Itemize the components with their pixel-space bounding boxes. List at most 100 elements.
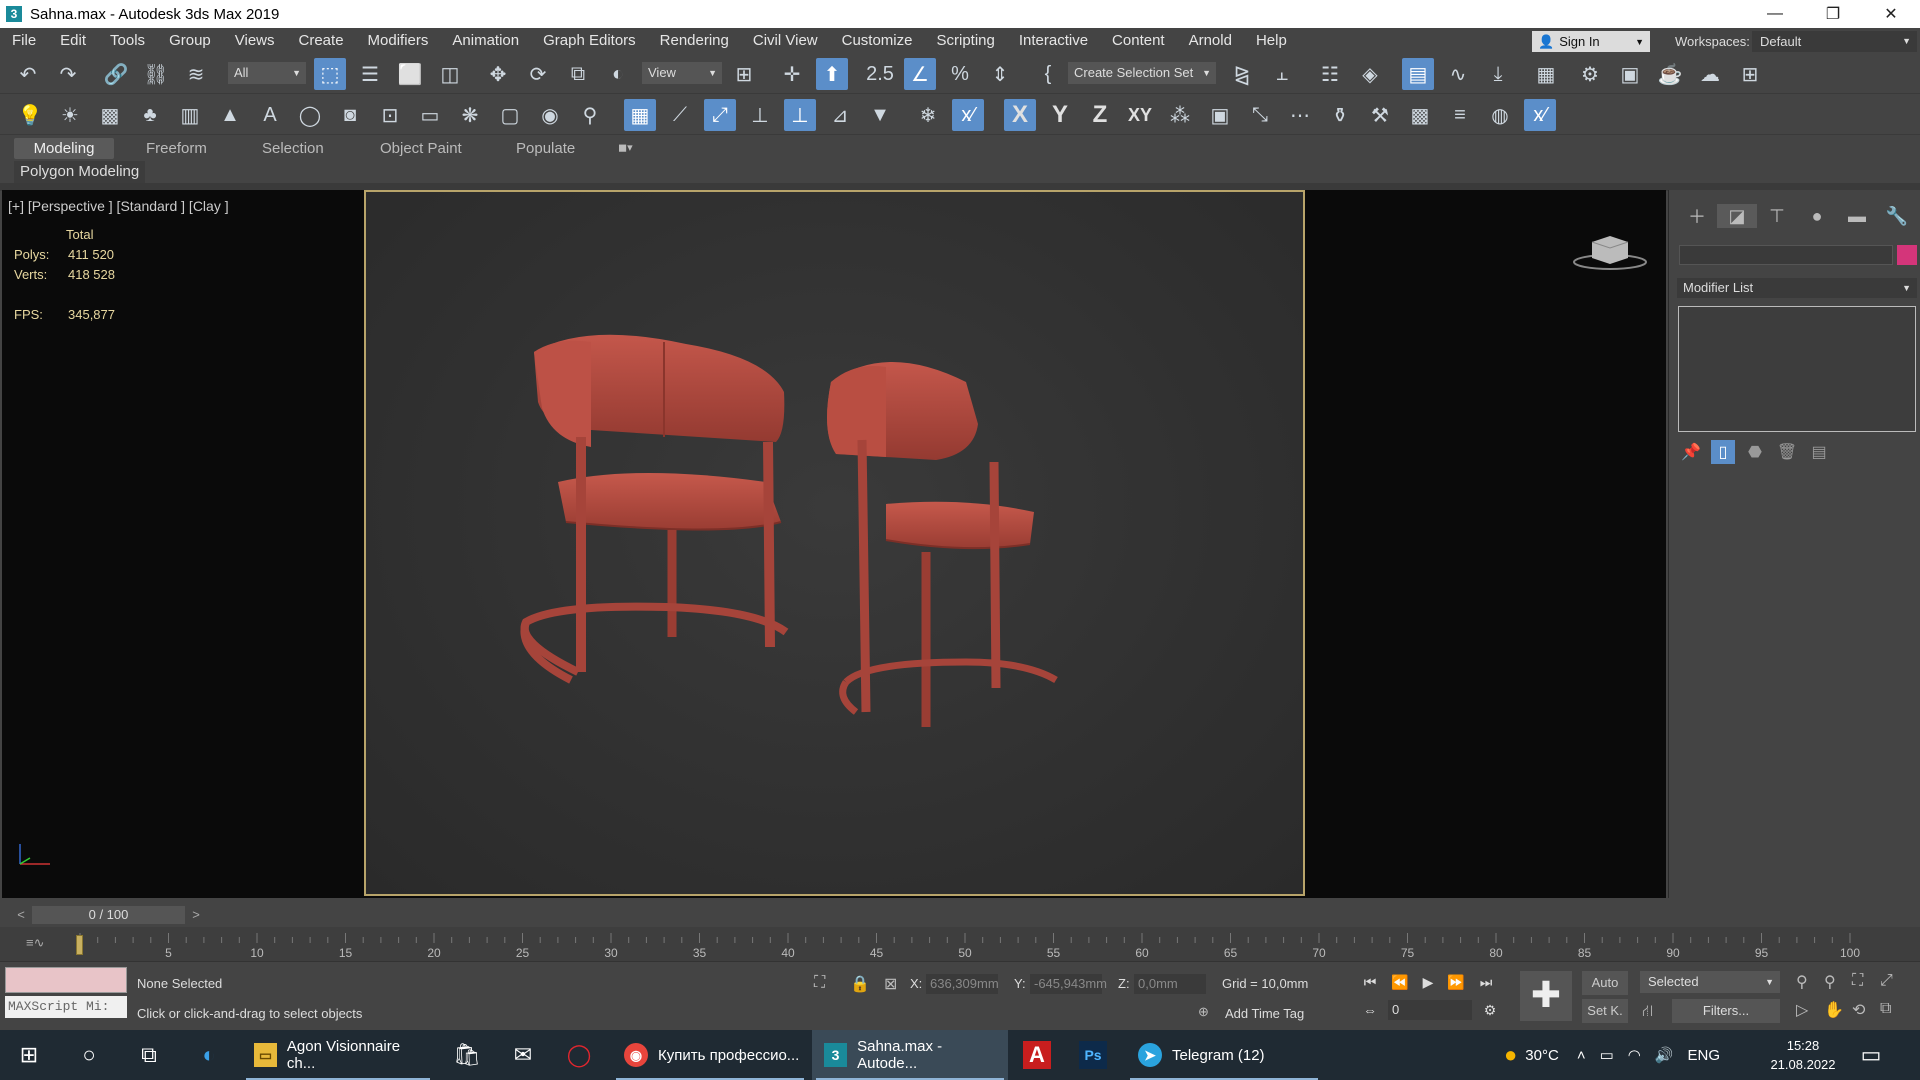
track-bar[interactable]: ≡∿ 5 10 15 20 25 30 35 40 45 50 55 60 65 70 75 80 85 90 95… [0,927,1920,961]
wrench-tool-icon[interactable]: ⚒ [1364,99,1396,131]
curve-editor-icon[interactable]: ∿ [1442,58,1474,90]
configure-modifier-sets-icon[interactable]: ▤ [1807,440,1831,464]
set-key-big-icon[interactable]: ✚ [1520,971,1572,1021]
mirror-icon[interactable]: ⧎ [1226,58,1258,90]
tab-populate[interactable]: Populate [504,138,587,159]
perspective-viewport[interactable]: [+] [Perspective ] [Standard ] [Clay ] T… [2,190,1666,898]
time-marker[interactable] [76,935,83,955]
menu-views[interactable]: Views [223,28,287,54]
pin-stack-icon[interactable]: 📌 [1679,440,1703,464]
modifier-list-dropdown[interactable]: Modifier List ▼ [1677,278,1917,298]
menu-group[interactable]: Group [157,28,223,54]
tab-freeform[interactable]: Freeform [134,138,219,159]
menu-customize[interactable]: Customize [830,28,925,54]
edge-snap-icon[interactable]: ⤢ [704,99,736,131]
temperature[interactable]: 30°C [1525,1047,1559,1064]
zoom-extents-icon[interactable]: ⛶ [1852,972,1863,990]
wifi-icon[interactable]: ◠ [1628,1046,1641,1064]
angle-snap-icon[interactable]: ∠ [904,58,936,90]
light-icon[interactable]: 💡 [14,99,46,131]
particles-icon[interactable]: ❋ [454,99,486,131]
reference-coordinate-dropdown[interactable]: View ▼ [642,62,722,84]
mail-icon[interactable]: ✉ [498,1030,548,1080]
selection-lock-icon[interactable]: 🔒 [850,974,870,994]
viewcube-icon[interactable] [1572,228,1648,272]
menu-rendering[interactable]: Rendering [648,28,741,54]
key-mode-icon[interactable]: ⇔ [1358,1000,1382,1020]
tab-selection[interactable]: Selection [250,138,336,159]
render-production-icon[interactable]: ☕ [1654,58,1686,90]
menu-modifiers[interactable]: Modifiers [356,28,441,54]
close-button[interactable]: ✕ [1862,0,1920,28]
volume-icon[interactable]: 🔊 [1655,1046,1674,1064]
select-object-icon[interactable]: ⬚ [314,58,346,90]
align-icon[interactable]: ⫠ [1266,58,1298,90]
system-clock[interactable]: 15:28 21.08.2022 [1768,1036,1838,1074]
add-time-tag[interactable]: Add Time Tag [1225,1006,1304,1021]
utilities-tab-icon[interactable]: 🔧 [1877,204,1917,228]
windows-start-icon[interactable]: ⊞ [4,1030,54,1080]
go-to-start-icon[interactable]: ⏮ [1358,972,1382,992]
move-icon[interactable]: ✥ [482,58,514,90]
battery-icon[interactable]: ▭ [1600,1046,1614,1064]
time-slider-handle[interactable]: 0 / 100 [32,906,185,924]
scatter-icon[interactable]: ⁂ [1164,99,1196,131]
go-to-end-icon[interactable]: ⏭ [1474,972,1498,992]
tangent-snap-icon[interactable]: ▼ [864,99,896,131]
search-icon[interactable]: ○ [64,1030,114,1080]
taskbar-app-3dsmax[interactable]: 3 Sahna.max - Autode... [812,1030,1008,1080]
zoom-all-icon[interactable]: ⚲ [1824,972,1836,992]
opera-icon[interactable]: ◯ [554,1030,604,1080]
auto-key-button[interactable]: Auto [1582,971,1628,995]
hierarchy-tab-icon[interactable]: ⊤ [1757,204,1797,228]
input-language[interactable]: ENG [1688,1047,1721,1064]
y-coordinate-field[interactable]: -645,943mm [1030,974,1107,994]
constrain-z-icon[interactable]: Z [1084,99,1116,131]
spacing-icon[interactable]: ⚱ [1324,99,1356,131]
undo-icon[interactable]: ↶ [12,58,44,90]
perpendicular-snap-icon[interactable]: ⊿ [824,99,856,131]
restore-button[interactable]: ❐ [1804,0,1862,28]
zoom-icon[interactable]: ⚲ [1796,972,1808,992]
menu-interactive[interactable]: Interactive [1007,28,1100,54]
menu-create[interactable]: Create [287,28,356,54]
transform-icon[interactable]: ⤡ [1244,99,1276,131]
tab-modeling[interactable]: Modeling [14,138,114,159]
taskbar-app-explorer[interactable]: ▭ Agon Visionnaire ch... [242,1030,434,1080]
box-outline-icon[interactable]: ▢ [494,99,526,131]
menu-content[interactable]: Content [1100,28,1177,54]
percent-snap-icon[interactable]: % [944,58,976,90]
maxscript-listener[interactable]: MAXScript Mi: [5,996,127,1018]
axis-toggle-icon[interactable]: x⁄ [1524,99,1556,131]
key-filters-button[interactable]: Filters... [1672,999,1780,1023]
viewport-label[interactable]: [+] [Perspective ] [Standard ] [Clay ] [8,198,229,214]
named-selection-set-dropdown[interactable]: Create Selection Set ▼ [1068,62,1216,84]
bulb-icon[interactable]: ⚲ [574,99,606,131]
minimize-button[interactable]: — [1746,0,1804,28]
set-key-button[interactable]: Set K. [1582,999,1628,1023]
sign-in-dropdown[interactable]: 👤 Sign In ▼ [1532,31,1650,52]
remove-modifier-icon[interactable]: 🗑 [1775,440,1799,464]
ribbon-options-icon[interactable]: ◼▾ [606,138,645,159]
vertex-snap-icon[interactable]: ⟋ [664,99,696,131]
scale-icon[interactable]: ⧉ [562,58,594,90]
bind-space-warp-icon[interactable]: ≋ [180,58,212,90]
previous-key-icon[interactable]: ⏪ [1388,972,1412,992]
absolute-mode-icon[interactable]: ⊠ [884,974,897,994]
menu-edit[interactable]: Edit [48,28,98,54]
render-iterative-icon[interactable]: ☁ [1694,58,1726,90]
z-coordinate-field[interactable]: 0,0mm [1134,974,1206,994]
rectangular-selection-icon[interactable]: ⬜ [394,58,426,90]
menu-scripting[interactable]: Scripting [924,28,1006,54]
link-icon[interactable]: 🔗 [100,58,132,90]
render-setup-icon[interactable]: ⚙ [1574,58,1606,90]
maximize-viewport-icon[interactable]: ⧉ [1880,1000,1891,1018]
taskbar-app-chrome[interactable]: ◉ Купить профессио... [612,1030,808,1080]
field-of-view-icon[interactable]: ▷ [1796,1000,1808,1020]
orbit-icon[interactable]: ⟲ [1852,1000,1865,1020]
next-frame-icon[interactable]: > [187,906,205,924]
x-coordinate-field[interactable]: 636,309mm [926,974,999,994]
frame-icon[interactable]: ▭ [414,99,446,131]
object-name-field[interactable] [1679,245,1893,265]
camera-group-icon[interactable]: ▩ [94,99,126,131]
